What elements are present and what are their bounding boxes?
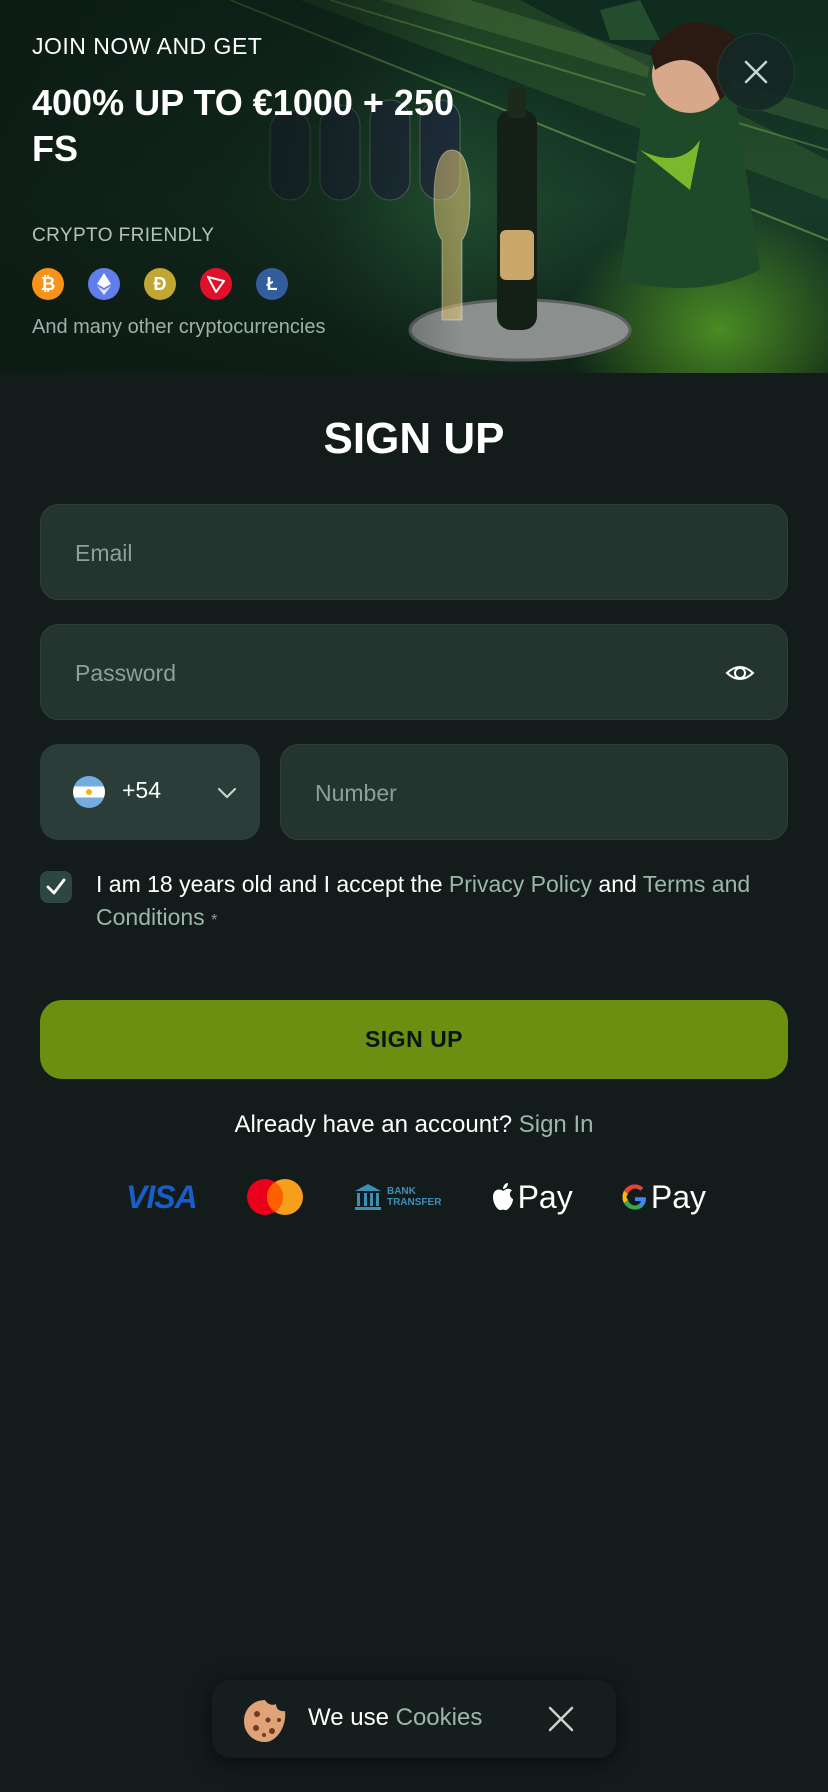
google-pay-logo: Pay <box>621 1179 706 1216</box>
crypto-more-text: And many other cryptocurrencies <box>32 316 326 338</box>
tron-icon <box>200 268 232 300</box>
eye-icon[interactable] <box>725 658 755 688</box>
phone-number-container[interactable] <box>280 744 788 841</box>
sign-up-button[interactable]: SIGN UP <box>40 1000 788 1079</box>
close-icon <box>744 60 768 84</box>
apple-pay-text: Pay <box>517 1178 573 1215</box>
bank-line1: BANK <box>386 1186 416 1197</box>
bank-icon <box>354 1184 381 1210</box>
visa-logo: VISA <box>126 1178 198 1215</box>
apple-pay-logo: Pay <box>490 1179 573 1216</box>
argentina-flag-icon <box>73 776 105 808</box>
close-button[interactable] <box>717 33 795 111</box>
password-field[interactable] <box>73 625 674 721</box>
terms-prefix: I am 18 years old and I accept the <box>96 871 449 897</box>
phone-number-field[interactable] <box>313 745 722 841</box>
cookies-link[interactable]: Cookies <box>396 1704 483 1731</box>
check-icon <box>46 878 66 895</box>
google-g-icon <box>622 1184 646 1210</box>
bitcoin-icon: ₿ <box>32 268 64 300</box>
terms-and-text: and <box>592 871 643 897</box>
email-field[interactable] <box>73 505 674 601</box>
google-pay-text: Pay <box>650 1178 706 1215</box>
cookie-banner: We use Cookies <box>212 1680 616 1758</box>
dogecoin-icon: Ð <box>144 268 176 300</box>
page-title: SIGN UP <box>323 414 505 463</box>
country-code-value: +54 <box>122 777 162 803</box>
payment-methods-row: VISA BANK TRANSFER Pay Pay <box>126 1172 706 1222</box>
close-icon[interactable] <box>546 1704 576 1734</box>
terms-label: I am 18 years old and I accept the Priva… <box>96 868 786 937</box>
promo-banner: JOIN NOW AND GET 400% UP TO €1000 + 250 … <box>0 0 828 373</box>
apple-icon <box>492 1183 513 1211</box>
ethereum-icon <box>88 268 120 300</box>
signin-prompt: Already have an account? Sign In <box>0 1111 828 1139</box>
terms-checkbox[interactable] <box>40 871 72 903</box>
crypto-icons-row: ₿ Ð Ł <box>32 268 288 300</box>
email-field-container[interactable] <box>40 504 788 601</box>
promo-kicker: JOIN NOW AND GET <box>32 33 263 59</box>
privacy-policy-link[interactable]: Privacy Policy <box>449 871 592 897</box>
litecoin-icon: Ł <box>256 268 288 300</box>
cookie-icon <box>244 1700 286 1742</box>
password-field-container[interactable] <box>40 624 788 721</box>
promo-headline: 400% UP TO €1000 + 250 FS <box>32 82 454 169</box>
cookie-message: We use Cookies <box>308 1704 482 1732</box>
required-marker: * <box>211 912 218 929</box>
sign-in-link[interactable]: Sign In <box>519 1111 594 1138</box>
country-code-select[interactable]: +54 <box>40 744 260 840</box>
crypto-friendly-label: CRYPTO FRIENDLY <box>32 225 215 246</box>
bank-transfer-logo: BANK TRANSFER <box>353 1182 441 1212</box>
cookie-text: We use <box>308 1704 396 1731</box>
mastercard-logo <box>246 1179 303 1215</box>
chevron-down-icon <box>217 787 237 799</box>
bank-line2: TRANSFER <box>386 1197 442 1208</box>
signin-prompt-text: Already have an account? <box>234 1111 519 1138</box>
